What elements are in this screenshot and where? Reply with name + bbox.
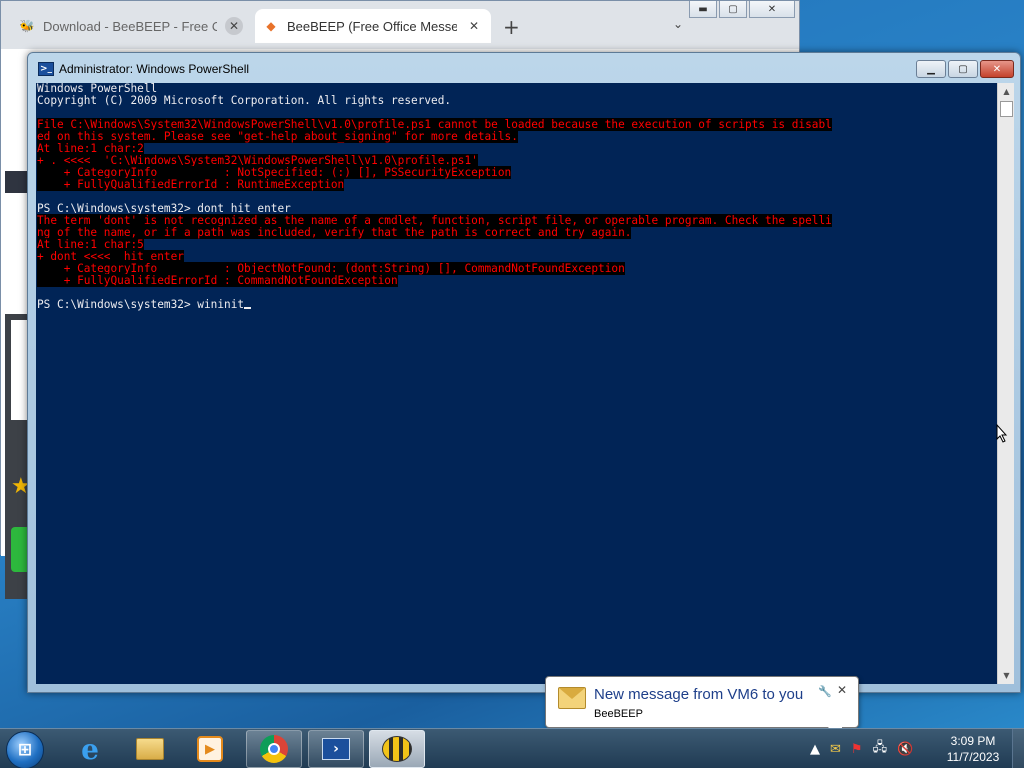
close-button[interactable]: ✕ [980, 60, 1014, 78]
powershell-titlebar[interactable]: >_ Administrator: Windows PowerShell ▁ ▢… [28, 53, 1020, 83]
notification-app-name: BeeBEEP [594, 708, 643, 720]
page-dark-element [5, 171, 29, 193]
tab-title: BeeBEEP (Free Office Messenger [287, 18, 457, 34]
close-icon[interactable]: ✕ [837, 683, 847, 697]
network-icon[interactable]: 🖧 [873, 738, 888, 760]
window-title: Administrator: Windows PowerShell [59, 62, 250, 76]
powershell-window: >_ Administrator: Windows PowerShell ▁ ▢… [27, 52, 1021, 693]
clock-date: 11/7/2023 [946, 750, 1000, 764]
window-controls: ▁ ▢ ✕ [916, 60, 1014, 78]
close-tab-icon[interactable]: ✕ [465, 17, 483, 35]
console-line-text: + FullyQualifiedErrorId : CommandNotFoun… [37, 274, 398, 287]
text-cursor [244, 307, 252, 309]
taskbar-beebeep[interactable] [369, 730, 425, 768]
taskbar-internet-explorer[interactable]: e [62, 730, 118, 768]
chrome-icon [260, 735, 288, 763]
tab-search-dropdown-icon[interactable]: ⌄ [673, 17, 683, 31]
wrench-icon[interactable]: 🔧 [818, 685, 832, 698]
console-line: Copyright (C) 2009 Microsoft Corporation… [37, 95, 997, 107]
media-player-icon: ▶ [197, 736, 223, 762]
notification-balloon[interactable]: New message from VM6 to you BeeBEEP 🔧 ✕ [545, 676, 859, 743]
system-tray: ▲ ✉ ⚑ 🖧 🔇 [810, 729, 913, 768]
start-button[interactable]: ⊞ [6, 731, 44, 768]
console-error-line: ed on this system. Please see "get-help … [37, 130, 997, 143]
command-input[interactable]: wininit [197, 298, 244, 311]
internet-explorer-icon: e [81, 732, 99, 766]
beebeep-diamond-icon: ◆ [266, 19, 276, 33]
tab-beebeep[interactable]: ◆ BeeBEEP (Free Office Messenger ✕ [255, 9, 491, 43]
console-error-line: + FullyQualifiedErrorId : CommandNotFoun… [37, 274, 997, 287]
show-desktop-button[interactable] [1012, 729, 1024, 768]
new-tab-button[interactable]: + [503, 15, 520, 39]
beebeep-tab-icon: 🐝 [19, 19, 35, 33]
prompt-text: PS C:\Windows\system32> [37, 298, 198, 311]
tab-download-beebeep[interactable]: 🐝 Download - BeeBEEP - Free Office ✕ [11, 9, 251, 43]
volume-muted-icon[interactable]: 🔇 [897, 742, 913, 757]
scrollbar-thumb[interactable] [1000, 101, 1013, 117]
taskbar-powershell[interactable]: › [308, 730, 364, 768]
console-line-text: Copyright (C) 2009 Microsoft Corporation… [37, 94, 452, 107]
show-hidden-icons-icon[interactable]: ▲ [810, 742, 820, 757]
windows-logo-icon: ⊞ [17, 740, 33, 760]
scroll-up-arrow-icon[interactable]: ▲ [998, 83, 1015, 100]
folder-icon [136, 738, 164, 760]
console-line-text: + FullyQualifiedErrorId : RuntimeExcepti… [37, 178, 345, 191]
taskbar-media-player[interactable]: ▶ [182, 730, 238, 768]
chrome-window-controls: ▬ ▢ ✕ [689, 1, 795, 18]
close-tab-icon[interactable]: ✕ [225, 17, 243, 35]
bee-icon [382, 736, 412, 762]
maximize-button[interactable]: ▢ [719, 1, 747, 18]
notification-title: New message from VM6 to you [594, 686, 804, 703]
powershell-icon: › [322, 738, 350, 760]
taskbar: ⊞ e ▶ › ▲ ✉ ⚑ 🖧 🔇 3:09 PM 11/7/2023 [0, 728, 1024, 768]
action-center-flag-icon[interactable]: ⚑ [851, 742, 863, 757]
mouse-pointer-icon [996, 424, 1008, 443]
tab-title: Download - BeeBEEP - Free Office [43, 18, 217, 34]
beebeep-tray-icon[interactable]: ✉ [830, 742, 841, 757]
taskbar-file-explorer[interactable] [122, 730, 178, 768]
taskbar-chrome[interactable] [246, 730, 302, 768]
vertical-scrollbar[interactable]: ▲ ▼ [997, 83, 1014, 684]
chrome-tab-bar: 🐝 Download - BeeBEEP - Free Office ✕ ◆ B… [1, 1, 799, 49]
scroll-down-arrow-icon[interactable]: ▼ [998, 667, 1015, 684]
minimize-button[interactable]: ▬ [689, 1, 717, 18]
maximize-button[interactable]: ▢ [948, 60, 978, 78]
chrome-page-visible-strip: ★ [1, 49, 31, 599]
clock[interactable]: 3:09 PM 11/7/2023 [938, 733, 1008, 765]
clock-time: 3:09 PM [950, 734, 996, 748]
console-error-line: + FullyQualifiedErrorId : RuntimeExcepti… [37, 178, 997, 191]
prompt-line[interactable]: PS C:\Windows\system32> wininit [37, 299, 997, 311]
minimize-button[interactable]: ▁ [916, 60, 946, 78]
close-button[interactable]: ✕ [749, 1, 795, 18]
console-error-line: ng of the name, or if a path was include… [37, 226, 997, 239]
powershell-icon[interactable]: >_ [38, 62, 54, 76]
envelope-icon [558, 687, 586, 709]
console-output[interactable]: Windows PowerShell Copyright (C) 2009 Mic… [36, 83, 997, 684]
